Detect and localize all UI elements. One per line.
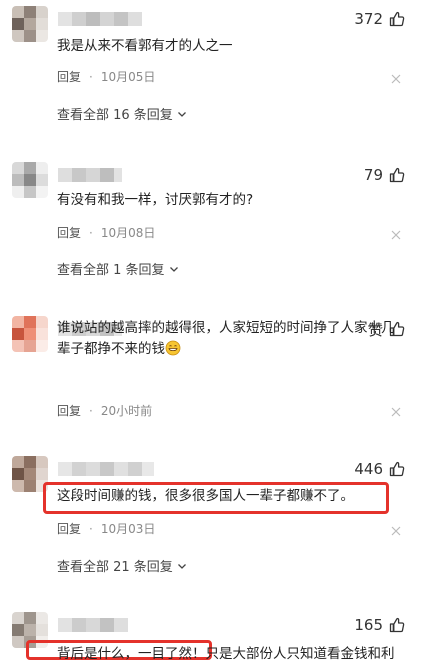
view-replies-label: 查看全部 1 条回复 <box>57 263 165 278</box>
comment-meta: 回复 · 10月03日 <box>57 520 155 537</box>
comment-text: 我是从来不看郭有才的人之一 <box>57 38 233 54</box>
comment-meta: 回复 · 10月08日 <box>57 224 155 241</box>
comment-time: 10月03日 <box>100 522 156 536</box>
close-icon[interactable] <box>391 526 401 536</box>
comment-text: 有没有和我一样，讨厌郭有才的? <box>57 192 254 208</box>
chevron-down-icon <box>177 563 186 569</box>
view-replies-label: 查看全部 21 条回复 <box>57 560 173 575</box>
like-button[interactable]: 446 <box>354 458 405 480</box>
close-icon[interactable] <box>391 407 401 417</box>
thumbs-up-icon <box>389 617 405 633</box>
chevron-down-icon <box>177 111 186 117</box>
close-icon[interactable] <box>391 230 401 240</box>
like-count: 165 <box>354 616 383 634</box>
reply-button[interactable]: 回复 <box>57 68 81 85</box>
like-button[interactable]: 165 <box>354 614 405 636</box>
reply-button[interactable]: 回复 <box>57 520 81 537</box>
thumbs-up-icon <box>389 461 405 477</box>
meta-separator: · <box>89 225 93 240</box>
like-button[interactable]: 79 <box>364 164 405 186</box>
username-blurred[interactable] <box>58 462 154 476</box>
reply-button[interactable]: 回复 <box>57 402 81 419</box>
username-blurred[interactable] <box>58 168 122 182</box>
view-replies-label: 查看全部 16 条回复 <box>57 108 173 123</box>
like-button[interactable]: 372 <box>354 8 405 30</box>
reply-button[interactable]: 回复 <box>57 224 81 241</box>
avatar[interactable] <box>12 162 48 198</box>
like-count: 446 <box>354 460 383 478</box>
avatar[interactable] <box>12 316 48 352</box>
username-blurred[interactable] <box>58 618 128 632</box>
comment-time: 10月05日 <box>100 70 156 84</box>
comment-meta: 回复 · 10月05日 <box>57 68 155 85</box>
like-count: 79 <box>363 166 383 184</box>
comment-text-line-1: 谁说站的越高摔的越得很，人家短短的时间挣了人家十几 <box>57 320 395 336</box>
comment-text-line-2-text: 辈子都挣不来的钱 <box>57 341 165 357</box>
avatar[interactable] <box>12 6 48 42</box>
view-replies-button[interactable]: 查看全部 16 条回复 <box>57 104 187 123</box>
comment-text: 这段时间赚的钱，很多很多国人一辈子都赚不了。 <box>57 488 354 504</box>
comment-text-line-2: 辈子都挣不来的钱 <box>57 339 181 360</box>
grinning-face-icon <box>165 340 181 356</box>
thumbs-up-icon <box>389 11 405 27</box>
like-count: 372 <box>354 10 383 28</box>
comment-time: 20小时前 <box>100 404 153 418</box>
thumbs-up-icon <box>389 167 405 183</box>
chevron-down-icon <box>169 266 178 272</box>
close-icon[interactable] <box>391 74 401 84</box>
view-replies-button[interactable]: 查看全部 1 条回复 <box>57 259 179 278</box>
username-blurred[interactable] <box>58 12 142 26</box>
meta-separator: · <box>89 521 93 536</box>
comment-time: 10月08日 <box>100 226 156 240</box>
view-replies-button[interactable]: 查看全部 21 条回复 <box>57 556 187 575</box>
meta-separator: · <box>89 69 93 84</box>
meta-separator: · <box>89 403 93 418</box>
comment-meta: 回复 · 20小时前 <box>57 402 152 419</box>
